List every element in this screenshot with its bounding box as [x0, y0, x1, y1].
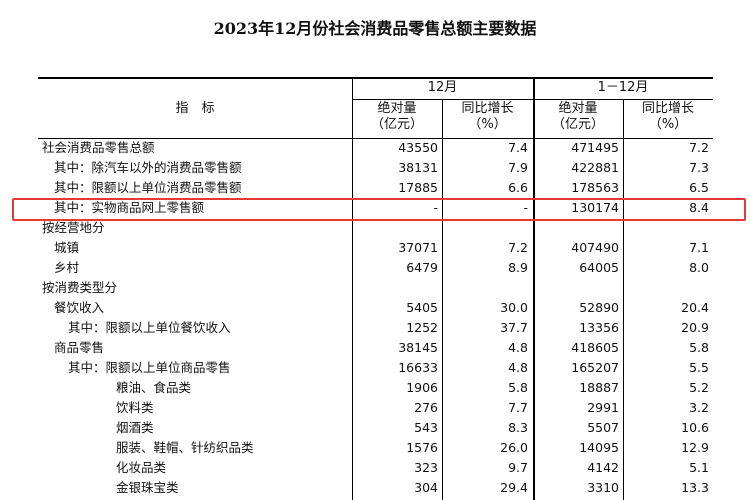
cell-dec-yoy: 9.7 — [508, 460, 528, 475]
header-indicator: 指 标 — [175, 101, 215, 116]
cell-ytd-abs: 14095 — [579, 440, 619, 455]
cell-dec-abs: 5405 — [406, 300, 438, 315]
header-period-ytd: 1－12月 — [597, 80, 649, 95]
page-title: 2023年12月份社会消费品零售总额主要数据 — [213, 19, 537, 38]
cell-ytd-yoy: 12.9 — [681, 440, 709, 455]
cell-dec-abs: 17885 — [398, 180, 438, 195]
row-label: 其中：限额以上单位餐饮收入 — [68, 320, 231, 335]
cell-ytd-abs: 407490 — [571, 240, 619, 255]
cell-ytd-yoy: 20.9 — [681, 320, 709, 335]
cell-ytd-yoy: 5.1 — [689, 460, 709, 475]
cell-ytd-abs: 5507 — [587, 420, 619, 435]
cell-ytd-yoy: 5.5 — [689, 360, 709, 375]
cell-dec-yoy: 4.8 — [508, 360, 528, 375]
row-label: 其中：限额以上单位商品零售 — [68, 360, 231, 375]
cell-dec-abs: 38131 — [398, 160, 438, 175]
cell-ytd-yoy: 6.5 — [689, 180, 709, 195]
cell-ytd-abs: 165207 — [571, 360, 619, 375]
header-abs-unit: （亿元） — [551, 117, 604, 132]
row-label: 化妆品类 — [116, 460, 167, 475]
cell-ytd-abs: 471495 — [571, 140, 619, 155]
cell-dec-abs: 16633 — [398, 360, 438, 375]
cell-ytd-yoy: 5.2 — [689, 380, 709, 395]
row-label: 按消费类型分 — [42, 280, 118, 295]
cell-dec-abs: 6479 — [406, 260, 438, 275]
cell-dec-abs: 43550 — [398, 140, 438, 155]
header-abs-label: 绝对量 — [558, 101, 598, 116]
cell-dec-yoy: 26.0 — [500, 440, 528, 455]
header-yoy-ytd: 同比增长 （%） — [623, 101, 713, 133]
header-abs-unit: （亿元） — [370, 117, 423, 132]
row-label: 乡村 — [54, 260, 80, 275]
cell-dec-abs: 276 — [414, 400, 438, 415]
cell-ytd-yoy: 5.8 — [689, 340, 709, 355]
header-yoy-unit: （%） — [648, 117, 688, 132]
row-label: 粮油、食品类 — [116, 380, 192, 395]
cell-dec-yoy: 8.9 — [508, 260, 528, 275]
cell-ytd-yoy: 20.4 — [681, 300, 709, 315]
row-label: 服装、鞋帽、针纺织品类 — [116, 440, 254, 455]
header-abs-label: 绝对量 — [377, 101, 417, 116]
cell-ytd-abs: 418605 — [571, 340, 619, 355]
cell-ytd-yoy: 13.3 — [681, 480, 709, 495]
cell-dec-abs: 37071 — [398, 240, 438, 255]
cell-dec-yoy: 7.4 — [508, 140, 528, 155]
row-label: 烟酒类 — [116, 420, 154, 435]
cell-dec-yoy: 5.8 — [508, 380, 528, 395]
row-label: 社会消费品零售总额 — [42, 140, 155, 155]
cell-dec-abs: 543 — [414, 420, 438, 435]
cell-ytd-yoy: 3.2 — [689, 400, 709, 415]
header-abs-dec: 绝对量 （亿元） — [352, 101, 442, 133]
header-yoy-unit: （%） — [468, 117, 507, 132]
cell-dec-yoy: 29.4 — [500, 480, 528, 495]
cell-ytd-yoy: 7.2 — [689, 140, 709, 155]
highlight-box — [12, 198, 746, 221]
header-period-december: 12月 — [427, 80, 458, 95]
cell-dec-abs: 1906 — [406, 380, 438, 395]
cell-ytd-yoy: 7.3 — [689, 160, 709, 175]
cell-dec-yoy: 4.8 — [508, 340, 528, 355]
cell-dec-abs: 304 — [414, 480, 438, 495]
cell-ytd-abs: 18887 — [579, 380, 619, 395]
cell-ytd-abs: 2991 — [587, 400, 619, 415]
row-label: 商品零售 — [54, 340, 105, 355]
cell-ytd-abs: 64005 — [579, 260, 619, 275]
cell-ytd-yoy: 8.0 — [689, 260, 709, 275]
row-label: 餐饮收入 — [54, 300, 105, 315]
header-abs-ytd: 绝对量 （亿元） — [533, 101, 623, 133]
cell-dec-yoy: 30.0 — [500, 300, 528, 315]
cell-dec-yoy: 7.2 — [508, 240, 528, 255]
cell-dec-abs: 1576 — [406, 440, 438, 455]
header-yoy-dec: 同比增长 （%） — [442, 101, 533, 133]
row-label: 城镇 — [54, 240, 80, 255]
cell-dec-yoy: 37.7 — [500, 320, 528, 335]
cell-ytd-yoy: 7.1 — [689, 240, 709, 255]
cell-ytd-yoy: 10.6 — [681, 420, 709, 435]
data-table: 指 标 12月 1－12月 绝对量 （亿元） 同比增长 （%） 绝对量 （亿元）… — [38, 77, 713, 500]
cell-dec-abs: 1252 — [406, 320, 438, 335]
cell-ytd-abs: 13356 — [579, 320, 619, 335]
cell-ytd-abs: 52890 — [579, 300, 619, 315]
cell-ytd-abs: 3310 — [587, 480, 619, 495]
cell-dec-yoy: 7.7 — [508, 400, 528, 415]
cell-ytd-abs: 178563 — [571, 180, 619, 195]
cell-ytd-abs: 4142 — [587, 460, 619, 475]
cell-dec-yoy: 7.9 — [508, 160, 528, 175]
row-label: 其中：限额以上单位消费品零售额 — [54, 180, 242, 195]
cell-dec-yoy: 6.6 — [508, 180, 528, 195]
row-label: 饮料类 — [116, 400, 154, 415]
cell-dec-abs: 38145 — [398, 340, 438, 355]
table-top-rule — [38, 77, 713, 79]
header-yoy-label: 同比增长 — [641, 101, 694, 116]
header-yoy-label: 同比增长 — [461, 101, 514, 116]
cell-dec-yoy: 8.3 — [508, 420, 528, 435]
cell-ytd-abs: 422881 — [571, 160, 619, 175]
cell-dec-abs: 323 — [414, 460, 438, 475]
row-label: 金银珠宝类 — [116, 480, 179, 495]
row-label: 按经营地分 — [42, 220, 105, 235]
row-label: 其中：除汽车以外的消费品零售额 — [54, 160, 242, 175]
